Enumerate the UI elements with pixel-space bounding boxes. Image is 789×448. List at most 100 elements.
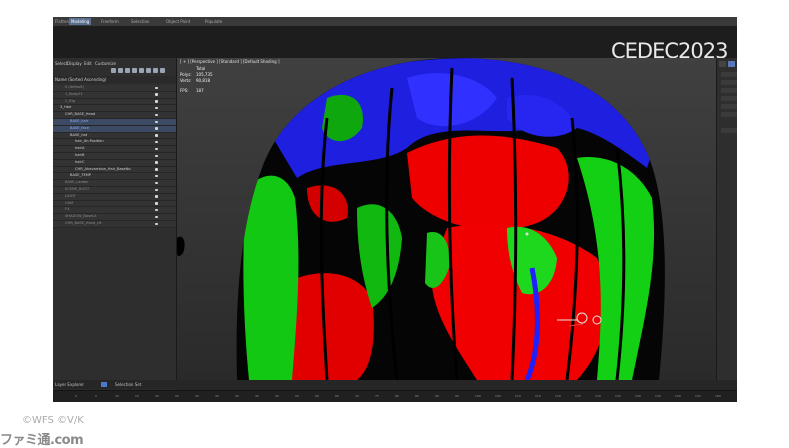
tree-row-label: CHR_BASE_Hand_Lft: [65, 220, 102, 225]
timeline-tick: 160: [715, 394, 721, 398]
visibility-eye-icon[interactable]: [155, 208, 158, 212]
tree-row[interactable]: LIGHT: [53, 193, 176, 201]
filter-helpers-icon[interactable]: [139, 68, 144, 73]
tab-selection[interactable]: Selection: [129, 18, 151, 25]
param-row[interactable]: [721, 128, 737, 133]
tree-row[interactable]: FX: [53, 207, 176, 215]
timeline-tick: 90: [435, 394, 439, 398]
timeline-tick: 105: [495, 394, 501, 398]
tree-row-label: hairC: [75, 159, 85, 164]
tree-row[interactable]: CHR_Ahavarrsion_Hair_BaseNo: [53, 166, 176, 174]
filter-spacewarps-icon[interactable]: [146, 68, 151, 73]
tree-row[interactable]: BASE_hat: [53, 132, 176, 140]
tree-row-label: CHR_BASE_Head: [65, 112, 96, 117]
timeline-tick: 110: [515, 394, 521, 398]
filter-lights-icon[interactable]: [125, 68, 130, 73]
tree-row[interactable]: hairA: [53, 146, 176, 153]
visibility-eye-icon[interactable]: [155, 140, 158, 144]
tab-modeling[interactable]: Modeling: [69, 18, 92, 25]
tab-freeform[interactable]: Freeform: [99, 18, 121, 25]
visibility-eye-icon[interactable]: [155, 100, 158, 103]
menu-display[interactable]: Display: [67, 60, 82, 67]
tree-row[interactable]: hairB: [53, 152, 176, 160]
tree-row[interactable]: hair_Ah.Position: [53, 139, 176, 147]
param-row[interactable]: [721, 88, 737, 93]
verts-label: Verts:: [180, 78, 192, 83]
tree-row[interactable]: CHR_BASE_Head: [53, 112, 176, 119]
filter-cameras-icon[interactable]: [132, 68, 137, 73]
visibility-eye-icon[interactable]: [155, 154, 158, 157]
tree-row[interactable]: BASE_TEMP: [53, 173, 176, 181]
timeline-tick: 100: [475, 394, 481, 398]
perspective-viewport[interactable]: [ + ] [Perspective ] [Standard ] [Defaul…: [177, 58, 716, 380]
timeline-tick: 85: [415, 394, 419, 398]
filter-geometry-icon[interactable]: [111, 68, 116, 73]
filter-groups-icon[interactable]: [153, 68, 158, 73]
tree-row[interactable]: BASE_face: [53, 125, 176, 133]
tree-row[interactable]: 3_Hair: [53, 105, 176, 113]
visibility-eye-icon[interactable]: [155, 188, 158, 191]
layer-explorer-label[interactable]: Layer Explorer: [55, 382, 84, 387]
tree-row[interactable]: 0 (default): [53, 85, 176, 92]
tab-populate[interactable]: Populate: [203, 18, 224, 25]
viewport-label[interactable]: [ + ] [Perspective ] [Standard ] [Defaul…: [180, 59, 280, 64]
param-row[interactable]: [721, 112, 737, 117]
tree-row[interactable]: SHADOW_BaseLit: [53, 214, 176, 221]
tree-row-label: BASE_TEMP: [70, 173, 92, 178]
modifier-list[interactable]: [721, 72, 737, 77]
timeline-tick: 15: [135, 394, 139, 398]
visibility-eye-icon[interactable]: [155, 147, 158, 151]
tree-row[interactable]: BASE_hair: [53, 118, 176, 126]
visibility-eye-icon[interactable]: [155, 195, 158, 198]
param-row[interactable]: [721, 80, 737, 85]
timeline-tick: 95: [455, 394, 459, 398]
tree-row[interactable]: hairC: [53, 159, 176, 167]
menu-edit[interactable]: Edit: [84, 60, 92, 67]
visibility-eye-icon[interactable]: [155, 93, 158, 96]
workspace-tabs: Flatten Modeling Freeform Selection Obje…: [53, 17, 737, 26]
fps-label: FPS:: [180, 88, 189, 93]
timeline-tick: 80: [395, 394, 399, 398]
visibility-eye-icon[interactable]: [155, 120, 158, 123]
visibility-eye-icon[interactable]: [155, 215, 158, 219]
tree-row[interactable]: BASE_Ladder: [53, 180, 176, 187]
visibility-eye-icon[interactable]: [155, 127, 158, 130]
tree-row[interactable]: 2_Rig: [53, 98, 176, 106]
sort-header[interactable]: Name (Sorted Ascending): [53, 76, 176, 83]
visibility-eye-icon[interactable]: [155, 222, 158, 225]
timeline-tick: 5: [95, 394, 97, 398]
visibility-eye-icon[interactable]: [155, 202, 158, 205]
menu-select[interactable]: Select: [55, 60, 67, 67]
visibility-eye-icon[interactable]: [155, 86, 158, 89]
tree-row[interactable]: SCENE_ROOT: [53, 186, 176, 194]
tree-row[interactable]: CAM: [53, 200, 176, 208]
visibility-eye-icon[interactable]: [155, 174, 158, 178]
tree-row[interactable]: 1_Body01: [53, 91, 176, 99]
timeline[interactable]: 0 5 10 15 20 25 30 35 40 45 50 55 60 65 70 75 80 85 90 95 10…: [53, 390, 737, 402]
visibility-eye-icon[interactable]: [155, 168, 158, 171]
layer-mode-icon[interactable]: [101, 382, 107, 387]
timeline-ruler[interactable]: 0 5 10 15 20 25 30 35 40 45 50 55 60 65 70 75 80 85 90 95 10…: [53, 391, 737, 402]
timeline-tick: 55: [295, 394, 299, 398]
filter-shapes-icon[interactable]: [118, 68, 123, 73]
explorer-footer: Layer Explorer Selection Set: [53, 380, 176, 389]
create-panel-icon[interactable]: [719, 61, 726, 67]
tree-row[interactable]: CHR_BASE_Hand_Lft: [53, 220, 176, 228]
tree-row-label: SHADOW_BaseLit: [65, 214, 97, 219]
visibility-eye-icon[interactable]: [155, 113, 158, 117]
visibility-eye-icon[interactable]: [155, 106, 158, 110]
modify-panel-icon[interactable]: [728, 61, 735, 67]
param-row[interactable]: [721, 96, 737, 101]
menu-customize[interactable]: Customize: [95, 60, 116, 67]
visibility-eye-icon[interactable]: [155, 134, 158, 137]
visibility-eye-icon[interactable]: [155, 181, 158, 185]
timeline-tick: 135: [615, 394, 621, 398]
visibility-eye-icon[interactable]: [155, 161, 158, 164]
filter-bones-icon[interactable]: [160, 68, 165, 73]
tab-object-paint[interactable]: Object Paint: [164, 18, 192, 25]
selection-set-label[interactable]: Selection Set: [115, 380, 141, 389]
viewport-stats: Total Polys: 105,735 Verts: 90,818 FPS: 187: [180, 66, 213, 94]
timeline-tick: 75: [375, 394, 379, 398]
tree-row-label: BASE_hair: [70, 118, 89, 123]
param-row[interactable]: [721, 104, 737, 109]
